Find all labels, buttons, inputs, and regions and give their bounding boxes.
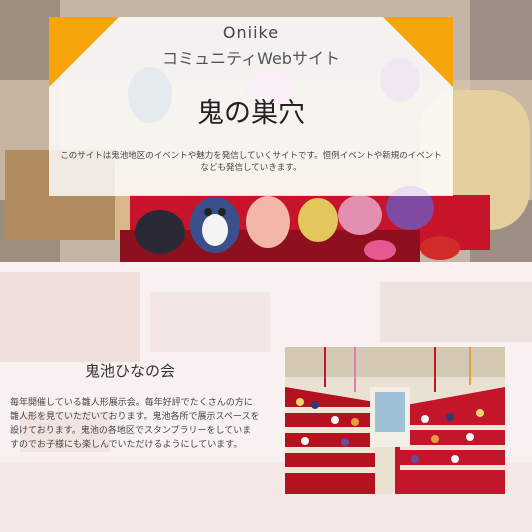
site-title: 鬼の巣穴 bbox=[197, 98, 305, 129]
hero-section: Oniike コミュニティWebサイト 鬼の巣穴 このサイトは鬼池地区のイベント… bbox=[0, 0, 532, 262]
event-description: 毎年開催している雛人形展示会。毎年好評でたくさんの方に雛人形を見ていただいており… bbox=[10, 398, 260, 450]
hero-card: Oniike コミュニティWebサイト 鬼の巣穴 このサイトは鬼池地区のイベント… bbox=[49, 17, 453, 196]
event-title: 鬼池ひなの会 bbox=[84, 362, 175, 380]
brand-name: Oniike bbox=[222, 23, 280, 42]
site-tagline: コミュニティWebサイト bbox=[162, 49, 340, 68]
site-intro: このサイトは鬼池地区のイベントや魅力を発信していくサイトです。恒例イベントや新規… bbox=[60, 151, 442, 173]
event-section: 鬼池ひなの会 毎年開催している雛人形展示会。毎年好評でたくさんの方に雛人形を見て… bbox=[0, 262, 532, 532]
hina-doll-display-photo bbox=[285, 347, 505, 494]
